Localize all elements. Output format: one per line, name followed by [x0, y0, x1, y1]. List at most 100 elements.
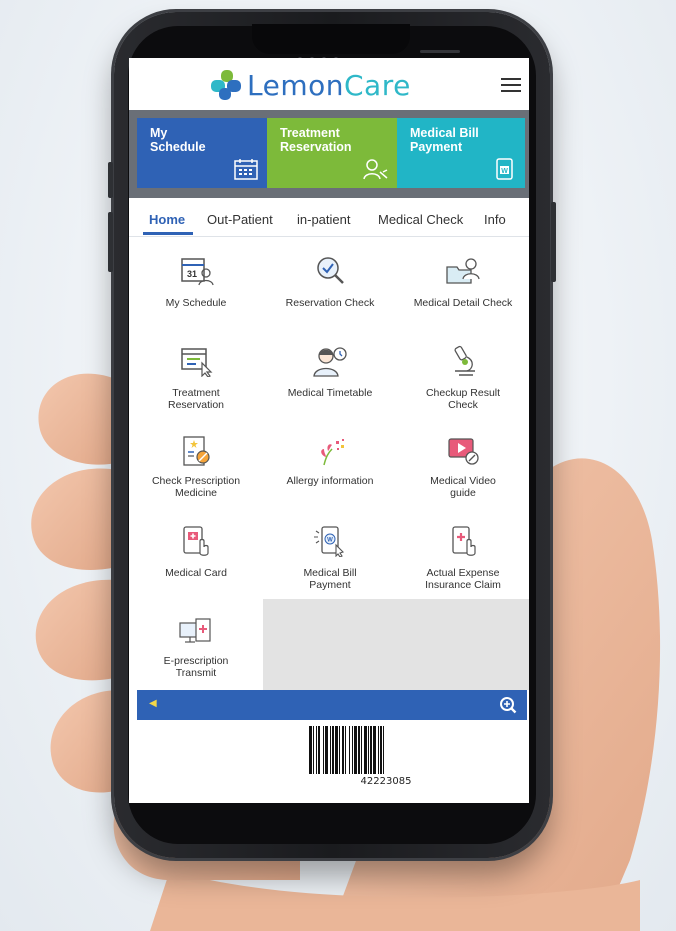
menu-item-medical-bill-payment[interactable]: W Medical Bill Payment: [263, 507, 397, 599]
tab-home[interactable]: Home: [149, 212, 185, 227]
barcode-bar-line: [309, 726, 312, 774]
menu-item-label: Payment: [309, 579, 351, 591]
menu-item-my-schedule[interactable]: 31 My Schedule: [129, 237, 263, 327]
flower-allergy-icon: [321, 439, 344, 466]
menu-item-label: Insurance Claim: [425, 579, 501, 591]
barcode-bar-line: [354, 726, 357, 774]
barcode-bar-line: [318, 726, 320, 774]
tile-label-line1: My: [150, 126, 168, 140]
menu-item-medical-video-guide[interactable]: Medical Video guide: [397, 419, 529, 507]
barcode-bar-line: [380, 726, 382, 774]
camera-dots: [298, 48, 368, 61]
logo-text: LemonCare: [247, 69, 411, 102]
menu-item-label: Allergy information: [286, 475, 374, 487]
tab-out-patient[interactable]: Out-Patient: [207, 212, 273, 227]
menu-item-e-prescription-transmit[interactable]: E-prescription Transmit: [129, 599, 263, 690]
barcode-bar-line: [361, 726, 362, 774]
menu-item-label: Transmit: [175, 667, 217, 679]
barcode-bar-line: [345, 726, 346, 774]
barcode-bar-line: [316, 726, 317, 774]
barcode-bar-line: [330, 726, 331, 774]
monitor-prescription-icon: [179, 618, 211, 643]
tab-in-patient[interactable]: in-patient: [297, 212, 350, 227]
svg-text:W: W: [327, 538, 333, 544]
calendar-icon: [234, 159, 258, 180]
tile-my-schedule[interactable]: My Schedule: [137, 118, 267, 188]
menu-item-medical-detail-check[interactable]: Medical Detail Check: [397, 237, 529, 327]
grid-empty-area: [263, 599, 529, 690]
nav-tabs: Home Out-Patient in-patient Medical Chec…: [129, 206, 529, 237]
tile-treatment-reservation[interactable]: Treatment Reservation: [267, 118, 397, 188]
barcode-bar-line: [370, 726, 372, 774]
doctor-icon: [363, 159, 388, 180]
menu-item-label: Treatment: [172, 387, 220, 399]
barcode-bar-line: [332, 726, 334, 774]
zoom-in-icon[interactable]: [499, 696, 517, 714]
menu-item-label: Check: [448, 399, 478, 411]
tile-label-line1: Medical Bill: [410, 126, 479, 140]
barcode-image[interactable]: [307, 726, 465, 774]
left-arrow-icon[interactable]: ◀: [149, 698, 157, 709]
hamburger-menu-icon[interactable]: [501, 78, 521, 92]
tile-label-line2: Reservation: [280, 140, 352, 154]
tab-info[interactable]: Info: [484, 212, 506, 227]
barcode-bar-line: [364, 726, 367, 774]
menu-grid: 31 My Schedule Reservation Check Medical…: [129, 237, 529, 690]
cross-logo-icon: [211, 70, 241, 100]
menu-item-label: Medical Detail Check: [413, 297, 513, 309]
microscope-icon: [454, 345, 475, 376]
barcode-bar-line: [323, 726, 324, 774]
phone-bill-icon: W: [314, 526, 345, 557]
menu-item-medical-card[interactable]: Medical Card: [129, 507, 263, 599]
app-header: LemonCare: [129, 58, 529, 111]
menu-item-actual-expense-insurance-claim[interactable]: Actual Expense Insurance Claim: [397, 507, 529, 599]
barcode-bar-line: [349, 726, 350, 774]
menu-item-label: Actual Expense: [426, 567, 500, 579]
menu-item-label: Checkup Result: [425, 387, 501, 399]
volume-up-button: [108, 162, 113, 198]
prescription-icon: [183, 436, 210, 466]
lemoncare-logo[interactable]: LemonCare: [209, 68, 411, 102]
barcode-bar-line: [368, 726, 369, 774]
menu-item-label: Medical Card: [165, 567, 227, 579]
logo-lemon-text: Lemon: [247, 68, 344, 102]
menu-item-medical-timetable[interactable]: Medical Timetable: [263, 327, 397, 419]
barcode-bar-line: [335, 726, 338, 774]
barcode-area: 42223085: [137, 720, 527, 794]
barcode-bar-line: [352, 726, 353, 774]
tile-label-line2: Schedule: [150, 140, 206, 154]
app-screen: LemonCare My Schedule Treatment Reservat…: [129, 58, 529, 803]
menu-item-label: Reservation: [167, 399, 225, 411]
menu-item-check-prescription-medicine[interactable]: Check Prescription Medicine: [129, 419, 263, 507]
menu-item-label: E-prescription: [163, 655, 229, 667]
menu-item-label: Medical Timetable: [287, 387, 373, 399]
menu-item-checkup-result-check[interactable]: Checkup Result Check: [397, 327, 529, 419]
menu-item-label: Reservation Check: [285, 297, 375, 309]
phone-claim-icon: [452, 526, 476, 556]
svg-text:W: W: [501, 168, 508, 175]
barcode-bar-line: [313, 726, 314, 774]
logo-care-text: Care: [344, 68, 411, 102]
tab-medical-check[interactable]: Medical Check: [378, 212, 463, 227]
menu-item-treatment-reservation[interactable]: Treatment Reservation: [129, 327, 263, 419]
video-play-icon: [448, 438, 479, 465]
barcode-bar-line: [325, 726, 328, 774]
barcode-bar-line: [373, 726, 376, 774]
tile-label-line1: Treatment: [280, 126, 340, 140]
speaker: [420, 50, 460, 53]
barcode-bar-line: [358, 726, 360, 774]
menu-item-label: guide: [450, 487, 476, 499]
barcode-bar-line: [383, 726, 384, 774]
menu-item-allergy-information[interactable]: Allergy information: [263, 419, 397, 507]
quick-tiles: My Schedule Treatment Reservation Medica…: [129, 110, 529, 198]
tile-medical-bill-payment[interactable]: Medical Bill Payment W: [397, 118, 525, 188]
medical-card-icon: [183, 526, 209, 556]
tile-label-line2: Payment: [410, 140, 463, 154]
calendar-cursor-icon: [181, 348, 213, 377]
calendar-31-icon: 31: [181, 258, 214, 286]
barcode-bar-line: [339, 726, 340, 774]
volume-down-button: [108, 212, 113, 272]
menu-item-reservation-check[interactable]: Reservation Check: [263, 237, 397, 327]
magnifier-check-icon: [317, 257, 344, 284]
menu-item-label: Medicine: [174, 487, 218, 499]
